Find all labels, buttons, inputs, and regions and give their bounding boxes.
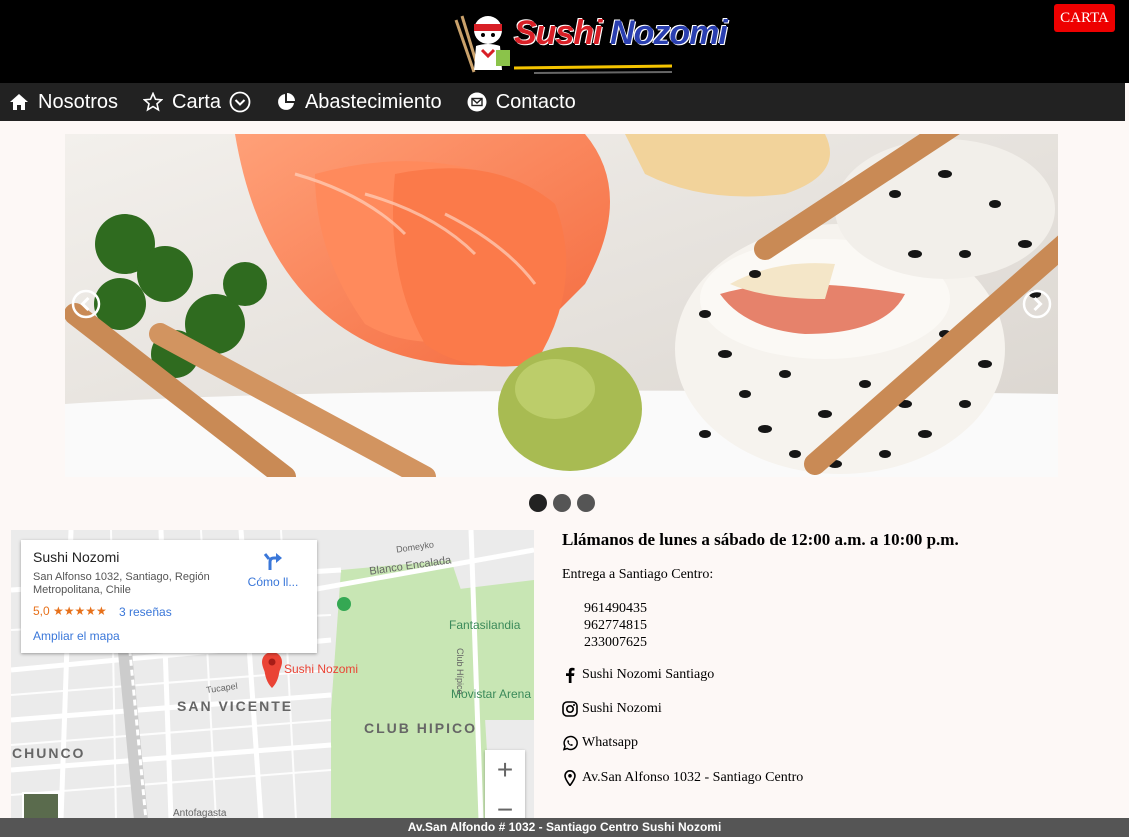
phone-list: 961490435 962774815 233007625	[584, 600, 647, 651]
directions-label: Cómo ll...	[247, 575, 299, 589]
nav-label: Carta	[172, 90, 221, 113]
zoom-in-button[interactable]: +	[485, 750, 525, 790]
chevron-down-icon[interactable]	[229, 91, 251, 113]
reviews-link[interactable]: 3 reseñas	[119, 605, 172, 619]
star-icon	[142, 91, 164, 113]
delivery-label: Entrega a Santiago Centro:	[562, 567, 714, 582]
directions-button[interactable]: Cómo ll...	[243, 550, 303, 589]
phone-number[interactable]: 961490435	[584, 600, 647, 617]
map-label: Fantasilandia	[449, 618, 521, 632]
place-rating: 5,0 ★★★★★	[33, 604, 107, 618]
address-label: Av.San Alfonso 1032 - Santiago Centro	[582, 770, 804, 785]
chevron-left-icon	[71, 289, 101, 319]
hours-heading: Llámanos de lunes a sábado de 12:00 a.m.…	[562, 530, 959, 549]
chevron-right-icon	[1022, 289, 1052, 319]
nav-label: Contacto	[495, 90, 576, 113]
zoom-out-button[interactable]: −	[485, 790, 525, 820]
facebook-label: Sushi Nozomi Santiago	[582, 667, 715, 682]
chopsticks-underline-icon	[514, 64, 673, 74]
instagram-icon	[562, 701, 578, 717]
slider-dots	[529, 494, 595, 512]
facebook-icon	[562, 667, 578, 683]
sushi-photo	[65, 134, 1058, 477]
main-nav: Nosotros Carta Abastecimiento Contacto	[0, 83, 1125, 121]
map-pin-label: Sushi Nozomi	[284, 662, 359, 676]
phone-number[interactable]: 962774815	[584, 617, 647, 634]
place-name: Sushi Nozomi	[33, 549, 120, 565]
slider-dot[interactable]	[553, 494, 571, 512]
nav-label: Abastecimiento	[304, 90, 442, 113]
whatsapp-link[interactable]: Whatsapp	[562, 735, 638, 751]
hero-slider	[65, 134, 1058, 477]
instagram-label: Sushi Nozomi	[582, 701, 662, 716]
google-map[interactable]: Sushi Nozomi SAN VICENTE CLUB HIPICO CHU…	[11, 530, 534, 820]
ninja-mascot-icon	[454, 15, 510, 73]
facebook-link[interactable]: Sushi Nozomi Santiago	[562, 667, 714, 683]
site-footer: Av.San Alfondo # 1032 - Santiago Centro …	[0, 818, 1129, 837]
site-logo[interactable]: Sushi Nozomi	[452, 6, 728, 78]
map-label: SAN VICENTE	[177, 698, 294, 714]
whatsapp-label: Whatsapp	[582, 735, 638, 750]
enlarge-map-link[interactable]: Ampliar el mapa	[33, 629, 120, 643]
map-place-card: Sushi Nozomi San Alfonso 1032, Santiago,…	[21, 540, 317, 653]
slider-dot[interactable]	[577, 494, 595, 512]
map-marker-icon	[562, 770, 578, 786]
satellite-toggle[interactable]	[22, 792, 60, 820]
slider-prev-button[interactable]	[71, 289, 101, 319]
envelope-icon	[466, 91, 488, 113]
nav-item-abastecimiento[interactable]: Abastecimiento	[275, 91, 442, 114]
address-line: Av.San Alfonso 1032 - Santiago Centro	[562, 770, 803, 786]
instagram-link[interactable]: Sushi Nozomi	[562, 701, 662, 717]
whatsapp-icon	[562, 735, 578, 751]
nav-label: Nosotros	[38, 90, 119, 113]
nav-item-contacto[interactable]: Contacto	[466, 91, 576, 114]
map-zoom-control: + −	[485, 750, 525, 820]
phone-number[interactable]: 233007625	[584, 634, 647, 651]
slider-next-button[interactable]	[1022, 289, 1052, 319]
nav-item-carta[interactable]: Carta	[142, 91, 251, 114]
carta-button[interactable]: CARTA	[1054, 4, 1115, 32]
pie-chart-icon	[275, 91, 297, 113]
map-label: Club Hípico	[455, 648, 465, 695]
place-address: San Alfonso 1032, Santiago, Región Metro…	[33, 571, 210, 596]
nav-item-nosotros[interactable]: Nosotros	[8, 91, 118, 114]
directions-icon	[263, 553, 282, 570]
logo-wordmark: Sushi Nozomi	[514, 14, 728, 52]
home-icon	[8, 91, 30, 113]
map-label: CHUNCO	[12, 745, 86, 761]
slider-dot[interactable]	[529, 494, 547, 512]
map-label: CLUB HIPICO	[364, 720, 477, 736]
site-header: Sushi Nozomi CARTA	[0, 0, 1129, 83]
